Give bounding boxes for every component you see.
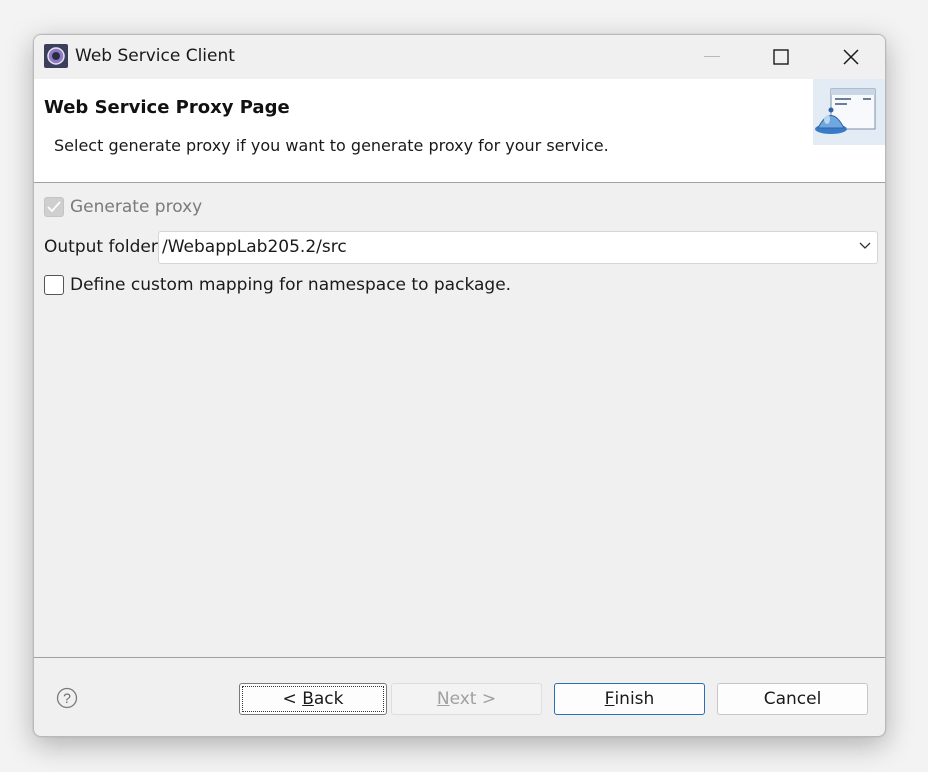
page-description: Select generate proxy if you want to gen… <box>54 136 609 155</box>
window-title: Web Service Client <box>75 46 235 66</box>
next-rest: ext > <box>449 689 497 709</box>
maximize-button[interactable] <box>746 35 816 79</box>
wizard-content: Generate proxy Output folder /WebappLab2… <box>34 184 885 657</box>
output-folder-value: /WebappLab205.2/src <box>162 237 347 257</box>
dialog-window: Web Service Client Web Service Proxy Pag… <box>33 34 886 737</box>
back-button[interactable]: < Back <box>239 683 387 715</box>
minimize-icon <box>704 56 720 57</box>
checkmark-icon <box>47 201 61 213</box>
page-title: Web Service Proxy Page <box>44 97 290 118</box>
finish-mnemonic: F <box>604 689 615 709</box>
chevron-down-icon[interactable] <box>859 242 871 250</box>
back-mnemonic: B <box>302 689 314 709</box>
cancel-button[interactable]: Cancel <box>717 683 868 715</box>
custom-mapping-row: Define custom mapping for namespace to p… <box>44 274 511 296</box>
svg-text:?: ? <box>63 690 71 706</box>
maximize-icon <box>773 49 789 65</box>
generate-proxy-label: Generate proxy <box>70 197 203 217</box>
app-icon <box>44 44 68 68</box>
close-icon <box>843 49 859 65</box>
generate-proxy-row: Generate proxy <box>44 196 202 218</box>
back-prefix: < <box>282 689 303 709</box>
footer-divider <box>34 657 885 658</box>
minimize-button[interactable] <box>677 35 747 79</box>
output-folder-label: Output folder <box>44 237 158 257</box>
next-button[interactable]: Next > <box>391 683 542 715</box>
output-folder-combo[interactable]: /WebappLab205.2/src <box>158 230 878 264</box>
finish-button[interactable]: Finish <box>554 683 705 715</box>
wizard-banner-icon <box>815 88 876 134</box>
finish-rest: inish <box>614 689 655 709</box>
title-bar[interactable]: Web Service Client <box>34 35 885 79</box>
back-rest: ack <box>313 689 344 709</box>
next-mnemonic: N <box>436 689 450 709</box>
wizard-banner-image <box>813 79 885 145</box>
close-button[interactable] <box>816 35 885 79</box>
custom-mapping-checkbox[interactable] <box>44 275 64 295</box>
wizard-banner: Web Service Proxy Page Select generate p… <box>34 79 885 183</box>
output-folder-row: Output folder /WebappLab205.2/src <box>44 230 878 264</box>
help-icon[interactable]: ? <box>56 687 78 709</box>
generate-proxy-checkbox[interactable] <box>44 197 64 217</box>
custom-mapping-label[interactable]: Define custom mapping for namespace to p… <box>70 275 511 295</box>
